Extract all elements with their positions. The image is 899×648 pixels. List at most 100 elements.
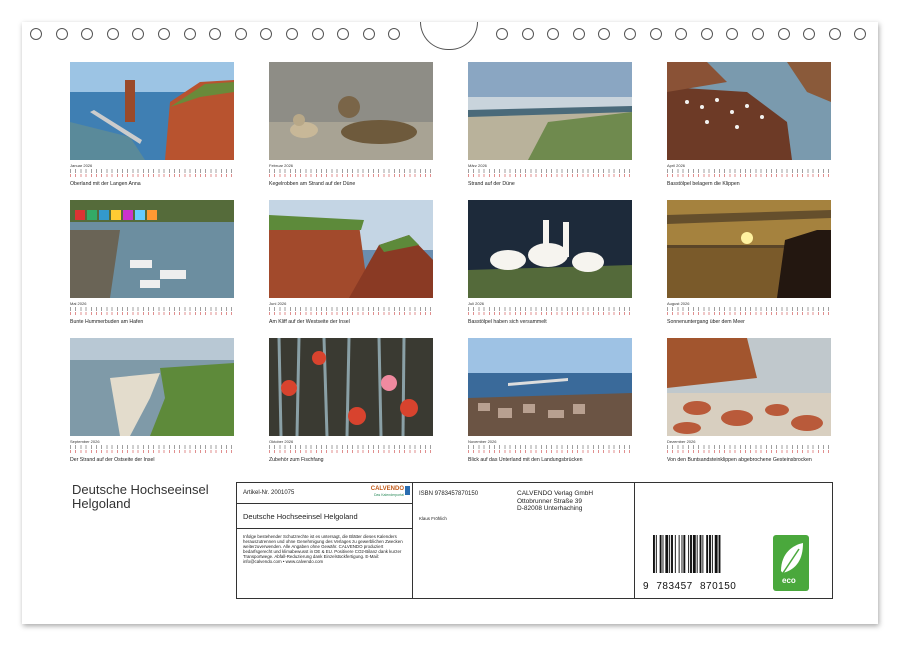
binding-ring: [286, 28, 298, 40]
binding-ring: [496, 28, 508, 40]
month-cell: April 2026 Basstölpel belagern die Klippe…: [667, 62, 831, 187]
eco-label: eco: [782, 576, 796, 585]
binding-ring: [81, 28, 94, 40]
month-cell: August 2026 Sonnenuntergang über dem Meer: [667, 200, 831, 325]
binding-ring: [598, 28, 611, 40]
weekday-row: [70, 312, 234, 315]
month-cell: Juli 2026 Basstölpel haben sich versammel…: [468, 200, 632, 325]
binding-ring: [106, 28, 119, 40]
product-title-row: Deutsche Hochseeinsel Helgoland: [237, 504, 412, 529]
month-cell: Juni 2026 Am Kliff auf der Westseite der …: [269, 200, 433, 325]
month-photo: [70, 338, 234, 436]
month-caption: Kegelrobben am Strand auf der Düne: [269, 181, 356, 187]
day-numbers: [70, 169, 234, 173]
month-cell: Oktober 2026 Zubehör zum Fischfang: [269, 338, 433, 463]
month-caption: Sonnenuntergang über dem Meer: [667, 319, 745, 325]
month-cell: September 2026 Der Strand auf der Ostseit…: [70, 338, 234, 463]
binding-ring: [547, 28, 560, 40]
article-number: Artikel-Nr. 2001075: [243, 490, 295, 496]
day-numbers: [667, 169, 831, 173]
day-numbers: [468, 445, 632, 449]
month-label: Februar 2026: [269, 163, 294, 168]
binding-ring: [234, 28, 247, 40]
month-label: April 2026: [667, 163, 686, 168]
calendar-title: Deutsche Hochseeinsel Helgoland: [72, 482, 209, 511]
publisher-city: D-82008 Unterhaching: [517, 505, 583, 512]
eco-badge: eco: [773, 535, 809, 591]
weekday-row: [468, 174, 632, 177]
day-numbers: [468, 169, 632, 173]
month-photo: [667, 62, 831, 160]
month-label: November 2026: [468, 439, 497, 444]
month-caption: Der Strand auf der Ostseite der Insel: [70, 457, 155, 463]
publisher-name: CALVENDO Verlag GmbH: [517, 490, 594, 497]
publisher-street: Ottobrunner Straße 39: [517, 497, 583, 505]
month-caption: Strand auf der Düne: [468, 181, 515, 187]
month-label: Oktober 2026: [269, 439, 294, 444]
month-label: September 2026: [70, 439, 100, 444]
barcode-digits-mid: 783457: [656, 581, 693, 592]
product-title: Deutsche Hochseeinsel Helgoland: [243, 512, 358, 521]
binding-ring: [55, 28, 68, 40]
binding-ring: [183, 28, 196, 40]
day-numbers: [70, 307, 234, 311]
weekday-row: [468, 450, 632, 453]
binding-ring: [726, 28, 739, 40]
month-photo: [468, 62, 632, 160]
day-numbers: [667, 307, 831, 311]
month-photo: [667, 338, 831, 436]
binding-ring: [158, 28, 170, 40]
month-photo: [70, 62, 234, 160]
month-label: Januar 2026: [70, 163, 93, 168]
month-photo: [70, 200, 234, 298]
barcode-digits: 9 783457 870150: [643, 581, 736, 592]
author-name: Klaus Fröhlich: [419, 516, 447, 521]
month-cell: Dezember 2026 Von den Buntsandsteinklippe…: [667, 338, 831, 463]
month-photo: [468, 338, 632, 436]
weekday-row: [269, 174, 433, 177]
month-caption: Blick auf das Unterland mit den Landungs…: [468, 457, 583, 463]
weekday-row: [667, 174, 831, 177]
binding-ring: [777, 28, 790, 40]
month-cell: November 2026 Blick auf das Unterland mit…: [468, 338, 632, 463]
month-caption: Bunte Hummerbuden am Hafen: [70, 319, 144, 325]
month-photo: [667, 200, 831, 298]
binding-ring: [700, 28, 713, 40]
day-numbers: [269, 445, 433, 449]
calvendo-mark-icon: [405, 486, 410, 495]
month-photo: [269, 200, 433, 298]
month-label: Mai 2026: [70, 301, 87, 306]
binding-ring: [752, 28, 764, 40]
day-numbers: [667, 445, 831, 449]
weekday-row: [269, 312, 433, 315]
month-label: August 2026: [667, 301, 690, 306]
binding-ring: [521, 28, 534, 40]
weekday-row: [70, 450, 234, 453]
binding-ring: [572, 28, 585, 40]
month-label: Juni 2026: [269, 301, 287, 306]
binding-ring: [388, 28, 401, 40]
day-numbers: [269, 307, 433, 311]
month-caption: Zubehör zum Fischfang: [269, 457, 324, 463]
article-row: Artikel-Nr. 2001075 CALVENDO Das Kalende…: [237, 483, 412, 504]
binding-ring: [132, 28, 145, 40]
month-cell: Januar 2026 Oberland mit der Langen Anna: [70, 62, 234, 187]
month-cell: März 2026 Strand auf der Düne: [468, 62, 632, 187]
barcode-digit-first: 9: [643, 581, 650, 592]
month-photo: [269, 62, 433, 160]
day-numbers: [70, 445, 234, 449]
info-box: Artikel-Nr. 2001075 CALVENDO Das Kalende…: [236, 482, 833, 599]
legal-text: Infolge bestehender Schutzrechte ist es …: [243, 534, 403, 564]
binding-ring: [828, 28, 841, 40]
binding-ring: [675, 28, 688, 40]
binding-ring: [30, 28, 42, 40]
weekday-row: [667, 312, 831, 315]
month-caption: Von den Buntsandsteinklippen abgebrochen…: [667, 457, 812, 463]
month-caption: Oberland mit der Langen Anna: [70, 181, 141, 187]
publisher-address: CALVENDO Verlag GmbH Ottobrunner Straße …: [517, 490, 593, 513]
month-label: Juli 2026: [468, 301, 485, 306]
binding-ring: [260, 28, 273, 40]
day-numbers: [468, 307, 632, 311]
weekday-row: [667, 450, 831, 453]
weekday-row: [269, 450, 433, 453]
